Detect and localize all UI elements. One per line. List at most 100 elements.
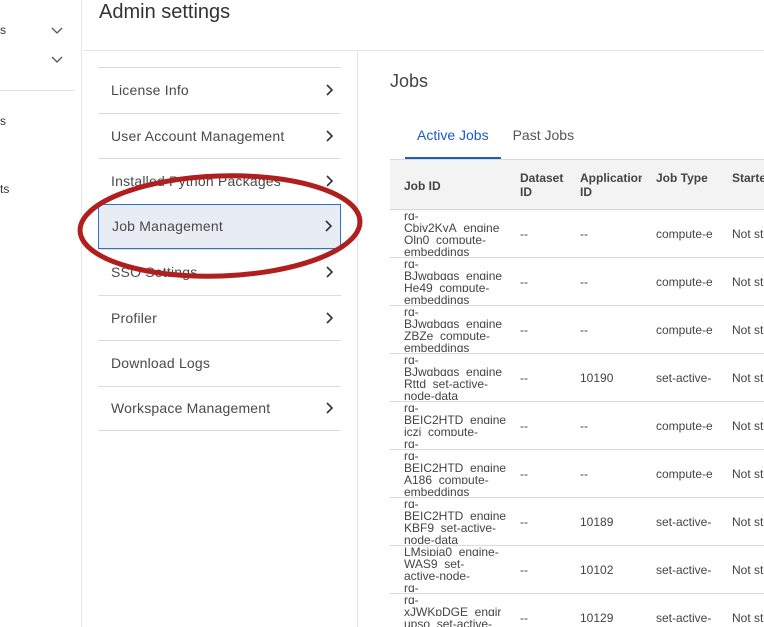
- cell-started: Not st: [732, 610, 764, 625]
- cell-job-type: set-active-: [656, 610, 712, 625]
- table-row[interactable]: rq- BJwgbqgs_engine Rttd_set-active-node-d…: [390, 354, 764, 402]
- job-id-line: embeddings: [404, 484, 470, 496]
- table-row[interactable]: rq- Cbjv2KyA_engine Oln0_compute-embedding…: [390, 210, 764, 258]
- menu-item-download-logs[interactable]: Download Logs: [98, 340, 341, 386]
- cell-job-type: compute-e: [656, 226, 713, 241]
- job-id-text: rq- Cbjv2KyA_engine Oln0_compute-embedding…: [404, 210, 499, 256]
- job-id-text: rq-xJWKpDGE_engir upso_set-active-: [404, 594, 501, 627]
- left-sidebar: s s ts: [0, 0, 82, 627]
- sidebar-item-label[interactable]: s: [0, 23, 6, 37]
- job-id-line: xJWKpDGE_engir: [404, 604, 502, 616]
- page-header: Admin settings: [83, 0, 764, 51]
- job-id-line: Oln0_compute-: [404, 232, 487, 244]
- menu-item-user-account-management[interactable]: User Account Management: [98, 112, 341, 159]
- cell-job-id: rq- BJwgbqgs_engine He49_compute-embedding…: [390, 258, 506, 305]
- job-id-line: ZBZe_compute-: [404, 328, 491, 340]
- menu-item-sso-settings[interactable]: SSO Settings: [98, 249, 341, 295]
- job-id-line: node-data: [404, 388, 459, 400]
- table-row[interactable]: rq- BEIC2HTD_engine KBF9_set-active-node-d…: [390, 498, 764, 546]
- job-id-text: rq- BJwgbqgs_engine ZBZe_compute-embedding…: [404, 306, 502, 352]
- sidebar-item-label[interactable]: ts: [0, 182, 9, 196]
- job-id-line: rq-: [404, 258, 419, 268]
- jobs-heading: Jobs: [390, 71, 429, 91]
- job-id-line: rq-: [404, 498, 419, 508]
- menu-item-installed-python-packages[interactable]: Installed Python Packages: [98, 158, 341, 204]
- table-row[interactable]: LMsjpja0_engine- WAS9_set-active-node-rq-…: [390, 546, 764, 594]
- cell-application-id: --: [580, 418, 588, 433]
- menu-item-label: Profiler: [111, 309, 157, 326]
- job-id-line: Cbjv2KyA_engine: [404, 220, 500, 232]
- job-id-text: rq- BJwgbqgs_engine Rttd_set-active-node-d…: [404, 354, 502, 400]
- cell-application-id: 10129: [580, 610, 614, 625]
- cell-job-id: rq- Cbjv2KyA_engine Oln0_compute-embedding…: [390, 210, 506, 257]
- job-id-line: rq-: [404, 450, 419, 460]
- table-row[interactable]: rq- BJwgbqgs_engine He49_compute-embedding…: [390, 258, 764, 306]
- job-id-text: rq- BEIC2HTD_engine KBF9_set-active-node-d…: [404, 498, 506, 544]
- tab-active-jobs[interactable]: Active Jobs: [405, 127, 501, 159]
- job-id-line: rq-: [404, 402, 419, 412]
- job-id-line: A186_compute-: [404, 472, 489, 484]
- cell-started: Not st: [732, 370, 764, 385]
- cell-job-type: set-active-: [656, 562, 712, 577]
- cell-started: Not st: [732, 562, 764, 577]
- page-title: Admin settings: [99, 1, 231, 23]
- menu-item-profiler[interactable]: Profiler: [98, 294, 341, 341]
- column-header-started[interactable]: Started: [718, 160, 764, 209]
- job-id-line: KBF9_set-active-: [404, 520, 497, 532]
- job-id-line: rq-: [404, 210, 419, 220]
- cell-started: Not st: [732, 274, 764, 289]
- job-id-line: BJwgbqgs_engine: [404, 268, 503, 280]
- menu-item-label: Job Management: [112, 218, 223, 235]
- tab-past-jobs[interactable]: Past Jobs: [501, 127, 586, 159]
- chevron-down-icon[interactable]: [50, 23, 64, 37]
- job-id-line: BJwgbqgs_engine: [404, 364, 503, 376]
- column-header-job-id[interactable]: Job ID: [390, 160, 506, 209]
- cell-application-id: 10102: [580, 562, 614, 577]
- sidebar-divider: [0, 90, 74, 91]
- cell-job-id: rq- BEIC2HTD_engine jczi_compute-rq-: [390, 402, 506, 449]
- job-id-line: rq-: [404, 306, 419, 316]
- menu-item-license-info[interactable]: License Info: [98, 67, 341, 113]
- column-header-job-type[interactable]: Job Type: [642, 160, 718, 209]
- job-id-line: active-node-: [404, 568, 471, 580]
- cell-started: Not st: [732, 322, 764, 337]
- menu-item-label: User Account Management: [111, 127, 285, 144]
- chevron-right-icon: [325, 220, 333, 232]
- job-id-line: rq-: [404, 594, 419, 604]
- job-id-line: BEIC2HTD_engine: [404, 412, 506, 424]
- menu-item-workspace-management[interactable]: Workspace Management: [98, 385, 341, 431]
- menu-item-label: License Info: [111, 82, 189, 99]
- sidebar-item-label[interactable]: s: [0, 114, 6, 128]
- job-id-line: BJwgbqgs_engine: [404, 316, 503, 328]
- cell-started: Not st: [732, 514, 764, 529]
- chevron-right-icon: [326, 266, 334, 278]
- job-id-line: BEIC2HTD_engine: [404, 508, 506, 520]
- cell-job-type: compute-e: [656, 274, 713, 289]
- job-id-line: He49_compute-: [404, 280, 490, 292]
- cell-dataset-id: --: [520, 514, 528, 529]
- table-row[interactable]: rq- BEIC2HTD_engine A186_compute-embedding…: [390, 450, 764, 498]
- job-id-line: embeddings: [404, 244, 470, 256]
- cell-job-id: rq- BEIC2HTD_engine A186_compute-embedding…: [390, 450, 506, 497]
- column-header-application-id[interactable]: Application ID: [566, 160, 642, 209]
- cell-dataset-id: --: [520, 610, 528, 625]
- chevron-right-icon: [326, 84, 334, 96]
- job-id-line: upso_set-active-: [404, 616, 493, 627]
- cell-started: Not st: [732, 466, 764, 481]
- cell-dataset-id: --: [520, 274, 528, 289]
- cell-application-id: --: [580, 274, 588, 289]
- settings-menu-panel: License Info User Account Management Ins…: [83, 51, 358, 627]
- table-row[interactable]: rq- BEIC2HTD_engine jczi_compute-rq- -- -- co…: [390, 402, 764, 450]
- cell-job-type: set-active-: [656, 370, 712, 385]
- chevron-right-icon: [326, 130, 334, 142]
- column-header-dataset-id[interactable]: Dataset ID: [506, 160, 566, 209]
- cell-started: Not st: [732, 226, 764, 241]
- table-row[interactable]: rq-xJWKpDGE_engir upso_set-active- -- 10129…: [390, 594, 764, 627]
- menu-item-job-management[interactable]: Job Management: [98, 203, 341, 249]
- chevron-down-icon[interactable]: [50, 52, 64, 66]
- chevron-right-icon: [326, 312, 334, 324]
- table-row[interactable]: rq- BJwgbqgs_engine ZBZe_compute-embedding…: [390, 306, 764, 354]
- cell-application-id: 10189: [580, 514, 614, 529]
- cell-dataset-id: --: [520, 562, 528, 577]
- cell-job-id: LMsjpja0_engine- WAS9_set-active-node-rq-: [390, 546, 506, 593]
